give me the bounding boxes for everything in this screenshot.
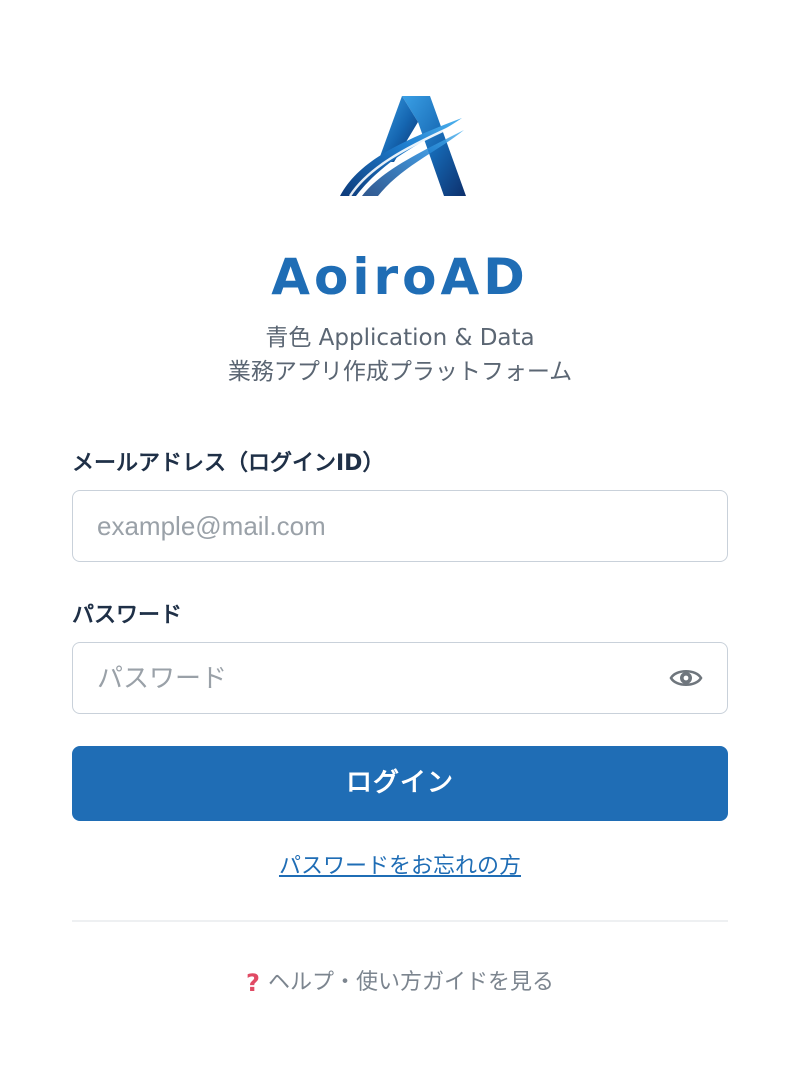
forgot-password-row: パスワードをお忘れの方 [72, 851, 728, 883]
password-input[interactable] [97, 643, 657, 713]
brand-name: AoiroAD [271, 248, 529, 306]
help-link[interactable]: ヘルプ・使い方ガイドを見る [268, 970, 554, 995]
password-field-wrapper [72, 642, 728, 714]
login-container: AoiroAD 青色 Application & Data 業務アプリ作成プラッ… [72, 0, 728, 1078]
eye-icon[interactable] [669, 665, 703, 691]
aoiro-logo-icon [340, 96, 466, 197]
brand-subtitle-line2: 業務アプリ作成プラットフォーム [227, 359, 573, 385]
forgot-password-link[interactable]: パスワードをお忘れの方 [279, 854, 521, 879]
divider [72, 920, 728, 922]
email-input[interactable] [97, 491, 657, 561]
email-label: メールアドレス（ログインID） [72, 451, 385, 476]
help-row: ? ヘルプ・使い方ガイドを見る [72, 966, 728, 1000]
question-icon: ? [246, 969, 260, 997]
login-button[interactable]: ログイン [72, 746, 728, 821]
password-label: パスワード [72, 603, 183, 628]
brand-subtitle-line1: 青色 Application & Data [265, 325, 535, 351]
email-field-wrapper [72, 490, 728, 562]
